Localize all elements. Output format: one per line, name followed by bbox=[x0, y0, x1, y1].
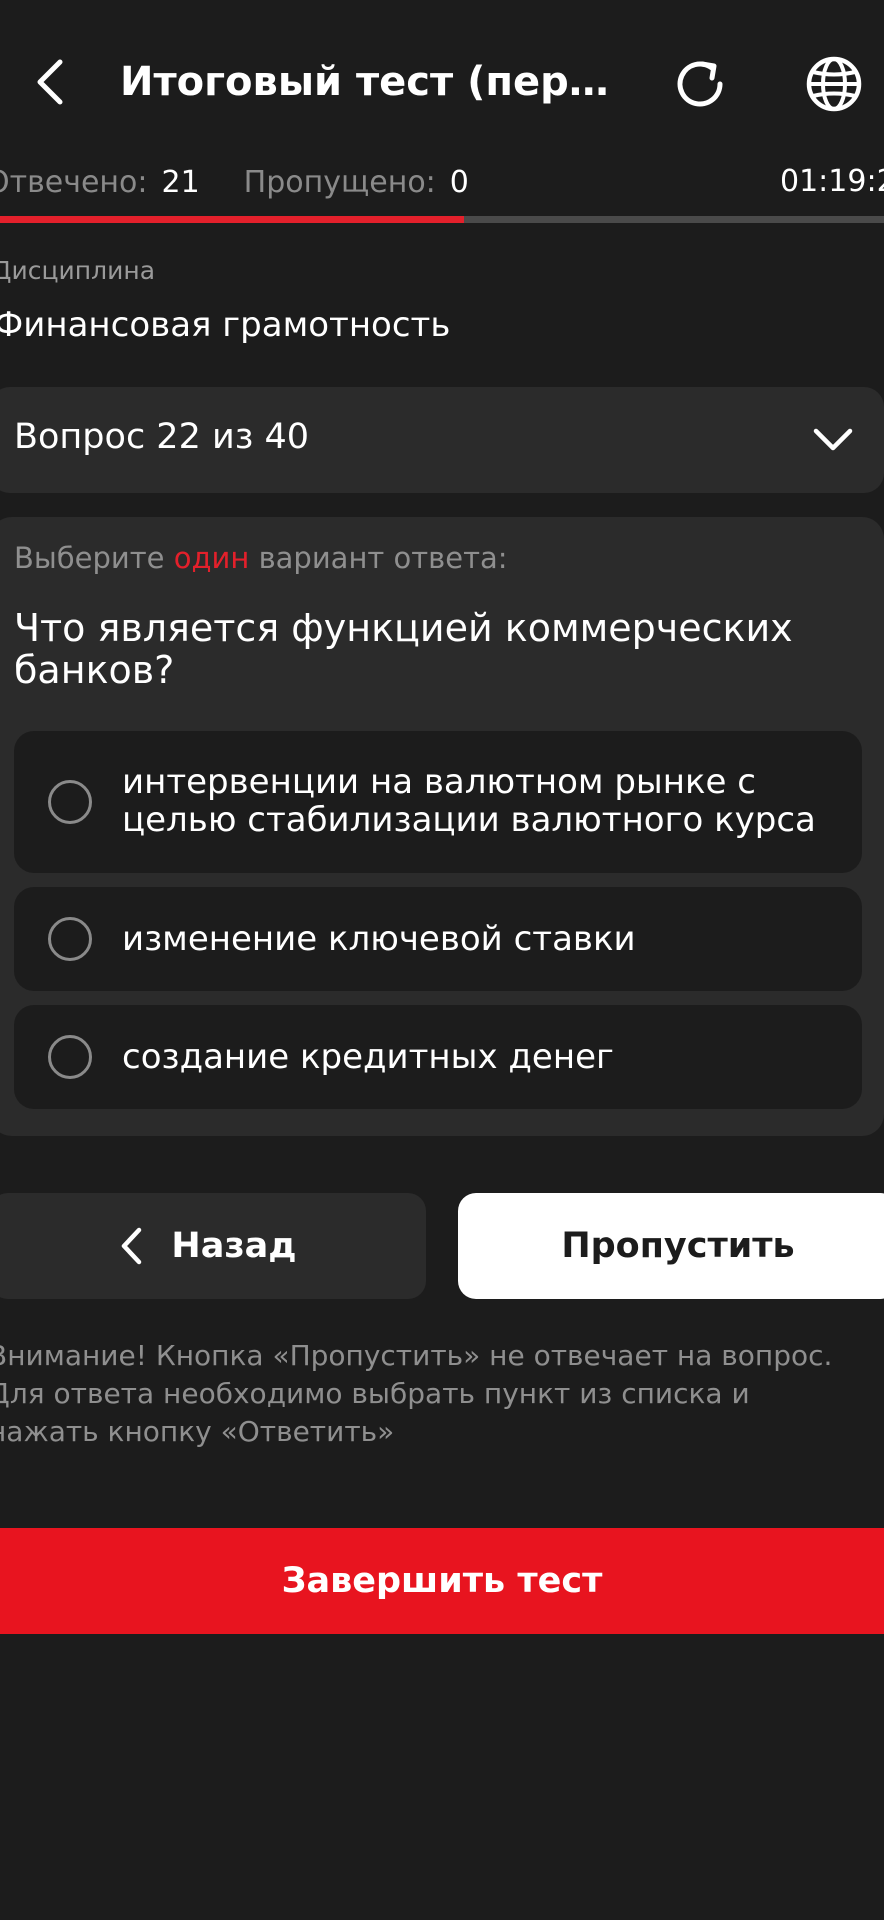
question-number: Вопрос 22 из 40 bbox=[14, 417, 309, 457]
answer-option[interactable]: создание кредитных денег bbox=[14, 1005, 862, 1109]
answer-option[interactable]: изменение ключевой ставки bbox=[14, 887, 862, 991]
chevron-down-icon bbox=[813, 428, 853, 451]
timer: 01:19:25 bbox=[780, 164, 884, 199]
answer-option-label: интервенции на валютном рынке с целью ст… bbox=[122, 762, 816, 840]
answer-option[interactable]: интервенции на валютном рынке с целью ст… bbox=[14, 731, 862, 873]
radio-button[interactable] bbox=[48, 917, 92, 961]
radio-button[interactable] bbox=[48, 1035, 92, 1079]
globe-icon bbox=[806, 56, 862, 112]
back-button[interactable]: Назад bbox=[0, 1193, 426, 1299]
answer-option-label: изменение ключевой ставки bbox=[122, 919, 636, 959]
answered-label: Отвечено: bbox=[0, 164, 148, 200]
test-screen: Итоговый тест (пересдача) Отвечено: 21 П… bbox=[0, 0, 884, 1920]
page-title: Итоговый тест (пересдача) bbox=[120, 59, 630, 105]
finish-test-button[interactable]: Завершить тест bbox=[0, 1528, 884, 1634]
progress-bar-fill bbox=[0, 216, 465, 223]
question-text: Что является функцией коммерческих банко… bbox=[14, 606, 793, 692]
chevron-left-icon bbox=[37, 59, 63, 105]
answer-instruction: Выберите один вариант ответа: bbox=[14, 541, 508, 575]
back-nav-button[interactable] bbox=[20, 52, 80, 112]
instruction-accent: один bbox=[173, 541, 250, 575]
skip-button[interactable]: Пропустить bbox=[458, 1193, 884, 1299]
finish-test-label: Завершить тест bbox=[281, 1561, 603, 1601]
refresh-icon bbox=[677, 61, 723, 107]
skip-button-label: Пропустить bbox=[561, 1226, 795, 1266]
answer-option-label: создание кредитных денег bbox=[122, 1037, 614, 1077]
back-button-label: Назад bbox=[171, 1226, 297, 1266]
instruction-text-before: Выберите bbox=[14, 541, 165, 575]
answered-count: 21 bbox=[161, 164, 200, 200]
discipline-label: Дисциплина bbox=[0, 256, 156, 285]
answer-stats: Отвечено: 21 Пропущено: 0 bbox=[0, 160, 469, 204]
language-button[interactable] bbox=[800, 50, 868, 118]
skipped-count: 0 bbox=[449, 164, 469, 200]
question-selector-dropdown[interactable]: Вопрос 22 из 40 bbox=[0, 387, 884, 493]
skip-warning-text: Внимание! Кнопка «Пропустить» не отвечае… bbox=[0, 1339, 833, 1448]
question-card: Выберите один вариант ответа: Что являет… bbox=[0, 517, 884, 1136]
discipline-name: Финансовая грамотность bbox=[0, 305, 451, 345]
app-header: Итоговый тест (пересдача) bbox=[0, 0, 884, 165]
radio-button[interactable] bbox=[48, 780, 92, 824]
refresh-button[interactable] bbox=[668, 52, 732, 116]
skipped-label: Пропущено: bbox=[243, 164, 436, 200]
chevron-left-icon bbox=[122, 1227, 142, 1265]
instruction-text-after: вариант ответа: bbox=[258, 541, 508, 575]
progress-bar bbox=[0, 216, 884, 223]
